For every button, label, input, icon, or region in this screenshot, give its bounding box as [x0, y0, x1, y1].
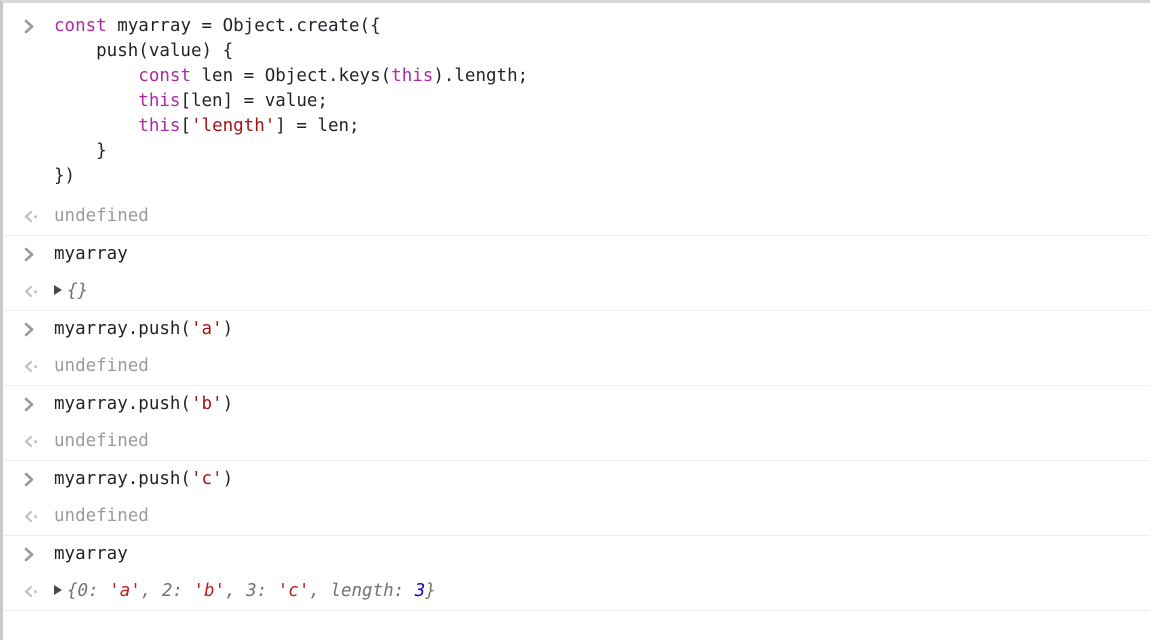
code-string: 'a' [109, 581, 141, 601]
console-output-line: undefined [3, 504, 1150, 529]
console-input-block[interactable]: myarray.push('c') [3, 461, 1150, 498]
console-output-block: undefined [3, 348, 1150, 385]
console-output-line: {0: 'a', 2: 'b', 3: 'c', length: 3} [3, 579, 1150, 604]
console-input-block[interactable]: myarray.push('a') [3, 311, 1150, 348]
console-output-line: undefined [3, 354, 1150, 379]
console-input-line[interactable]: const myarray = Object.create({ [3, 14, 1150, 39]
code-string: 'a' [190, 319, 223, 339]
chevron-left-dot-icon [20, 579, 46, 604]
code-text: ) [222, 469, 234, 489]
console-panel[interactable]: const myarray = Object.create({ push(val… [0, 0, 1150, 640]
chevron-left-dot-icon [20, 354, 46, 379]
console-input-block[interactable]: myarray [3, 236, 1150, 273]
disclosure-triangle-icon[interactable] [54, 585, 62, 595]
console-input-line[interactable]: myarray [3, 542, 1150, 567]
code-string: 'c' [277, 581, 310, 601]
code-text: myarray.push( [54, 319, 191, 339]
code-keyword: const [138, 66, 191, 86]
console-group: myarray {0: 'a', 2: 'b', 3: 'c', length: … [3, 536, 1150, 611]
console-input-line[interactable]: myarray [3, 242, 1150, 267]
code-text: , 2: [140, 581, 194, 601]
code-text: }) [54, 166, 76, 186]
console-output-block: undefined [3, 498, 1150, 535]
code-text: push(value) { [54, 41, 234, 61]
chevron-right-icon [20, 317, 46, 342]
console-input-line[interactable]: push(value) { [3, 39, 1150, 64]
console-output-line: undefined [3, 429, 1150, 454]
console-input-line[interactable]: } [3, 139, 1150, 164]
console-input-line[interactable]: }) [3, 164, 1150, 189]
console-input-line[interactable]: const len = Object.keys(this).length; [3, 64, 1150, 89]
chevron-right-icon [20, 242, 46, 267]
code-string: 'length' [191, 116, 276, 136]
console-output-value: undefined [54, 431, 149, 451]
code-text: } [425, 581, 436, 601]
code-text: ) [222, 394, 234, 414]
code-keyword: this [138, 91, 181, 111]
code-text: ).length; [433, 66, 529, 86]
code-text: [len] = value; [180, 91, 328, 111]
console-input-block[interactable]: myarray [3, 536, 1150, 573]
console-output-value: undefined [54, 356, 149, 376]
code-text: [ [180, 116, 191, 136]
code-keyword: this [138, 116, 181, 136]
code-text: len = Object.keys( [190, 66, 392, 86]
code-text: , 3: [225, 581, 278, 601]
chevron-left-dot-icon [20, 504, 46, 529]
code-text: {} [67, 281, 89, 301]
code-text: ] = len; [275, 116, 360, 136]
console-output-value: undefined [54, 506, 149, 526]
chevron-right-icon [20, 467, 46, 492]
console-input-line[interactable]: myarray.push('b') [3, 392, 1150, 417]
console-input-line[interactable]: myarray.push('a') [3, 317, 1150, 342]
console-group: myarray.push('a') undefined [3, 311, 1150, 386]
chevron-left-dot-icon [20, 429, 46, 454]
console-input-line[interactable]: myarray.push('c') [3, 467, 1150, 492]
code-text: , length: [309, 581, 415, 601]
chevron-right-icon [20, 542, 46, 567]
console-output-value[interactable]: {0: 'a', 2: 'b', 3: 'c', length: 3} [67, 581, 436, 601]
code-text: myarray.push( [54, 394, 191, 414]
console-output-value: undefined [54, 206, 149, 226]
disclosure-triangle-icon[interactable] [54, 285, 62, 295]
chevron-right-icon [20, 392, 46, 417]
console-output-block: undefined [3, 198, 1150, 235]
code-text: myarray.push( [54, 469, 191, 489]
code-string: 'b' [193, 581, 226, 601]
console-input-block[interactable]: myarray.push('b') [3, 386, 1150, 423]
console-output-value[interactable]: {} [67, 281, 88, 301]
console-input-line[interactable]: this['length'] = len; [3, 114, 1150, 139]
code-text: ) [222, 319, 234, 339]
console-output-block: {0: 'a', 2: 'b', 3: 'c', length: 3} [3, 573, 1150, 610]
console-group: myarray.push('c') undefined [3, 461, 1150, 536]
code-keyword: this [391, 66, 434, 86]
console-input-line[interactable]: this[len] = value; [3, 89, 1150, 114]
code-text: } [54, 141, 107, 161]
code-string: 'c' [190, 469, 223, 489]
console-output-block: {} [3, 273, 1150, 310]
code-text: myarray [54, 244, 128, 264]
chevron-right-icon [20, 14, 46, 39]
console-output-line: {} [3, 279, 1150, 304]
code-keyword: const [54, 16, 107, 36]
code-text: myarray = Object.create({ [106, 16, 381, 36]
code-text: {0: [67, 581, 110, 601]
console-input-block[interactable]: const myarray = Object.create({ push(val… [3, 3, 1150, 198]
chevron-left-dot-icon [20, 204, 46, 229]
console-group: myarray {} [3, 236, 1150, 311]
code-string: 'b' [190, 394, 223, 414]
console-output-line: undefined [3, 204, 1150, 229]
code-number: 3 [414, 581, 426, 601]
chevron-left-dot-icon [20, 279, 46, 304]
console-group: myarray.push('b') undefined [3, 386, 1150, 461]
console-output-block: undefined [3, 423, 1150, 460]
code-text: myarray [54, 544, 128, 564]
console-group: const myarray = Object.create({ push(val… [3, 3, 1150, 236]
